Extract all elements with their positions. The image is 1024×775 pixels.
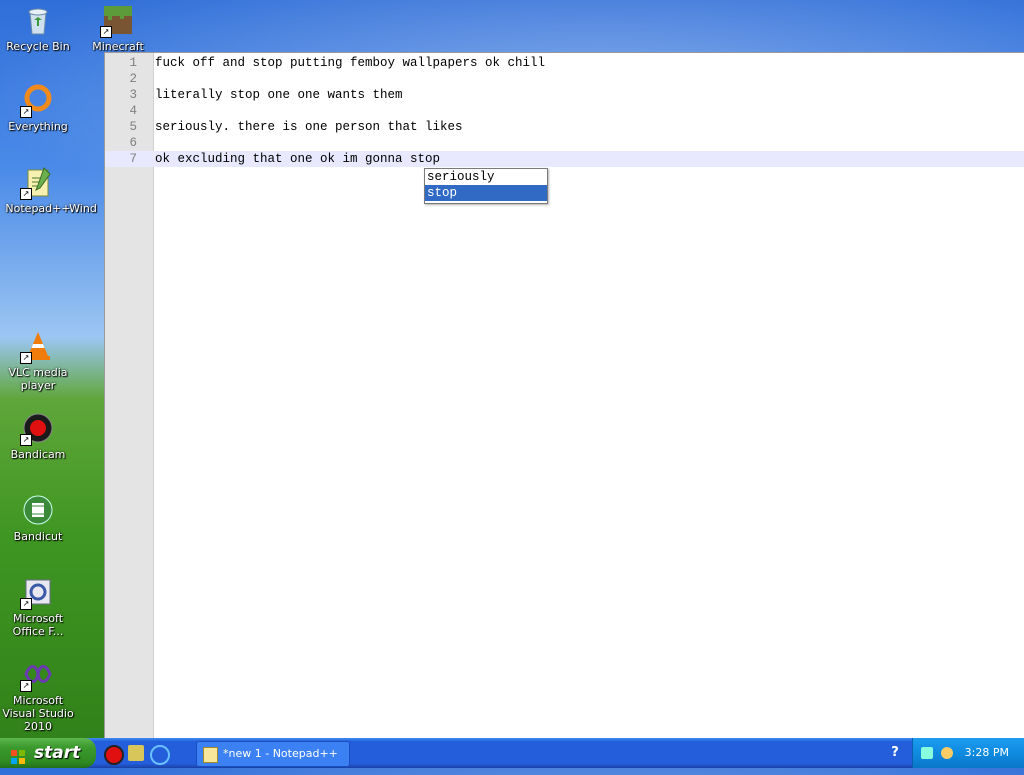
line-text: ok excluding that one ok im gonna stop	[155, 152, 441, 166]
desktop-icon-label: Everything	[8, 120, 68, 133]
help-icon[interactable]: ?	[888, 746, 902, 760]
network-icon[interactable]	[921, 747, 933, 759]
desktop-icon-minecraft[interactable]: ↗ Minecraft	[76, 4, 160, 53]
desktop-icon-recycle-bin[interactable]: Recycle Bin	[0, 4, 80, 53]
line-number: 4	[129, 104, 137, 118]
desktop-icon-label: Wind	[69, 202, 97, 215]
visual-studio-icon: ↗	[20, 658, 54, 692]
line-text: literally stop one one wants them	[155, 88, 403, 102]
line-text: seriously. there is one person that like…	[155, 120, 463, 134]
notepadpp-icon: ↗	[20, 166, 54, 200]
shortcut-arrow-icon: ↗	[20, 106, 32, 118]
notepadpp-editor[interactable]: 1 fuck off and stop putting femboy wallp…	[104, 52, 1024, 750]
windows-flag-icon	[10, 745, 26, 764]
shortcut-arrow-icon: ↗	[20, 434, 32, 446]
shortcut-arrow-icon: ↗	[20, 352, 32, 364]
desktop-icon-bandicut[interactable]: Bandicut	[0, 494, 80, 543]
shortcut-arrow-icon: ↗	[20, 598, 32, 610]
autocomplete-popup[interactable]: seriously stop	[424, 168, 548, 204]
desktop-icon-office[interactable]: ↗ Microsoft Office F...	[0, 576, 80, 638]
speaker-icon[interactable]	[941, 747, 953, 759]
desktop-icon-label: VLC media player	[8, 366, 68, 392]
desktop-icon-label: Recycle Bin	[6, 40, 70, 53]
desktop-icon-vlc[interactable]: ↗ VLC media player	[0, 330, 80, 392]
line-number: 5	[129, 120, 137, 134]
line-number: 3	[129, 88, 137, 102]
line-text: fuck off and stop putting femboy wallpap…	[155, 56, 546, 70]
editor-line[interactable]: 4	[105, 103, 1024, 119]
ie-quicklaunch-icon[interactable]	[150, 745, 170, 765]
taskbar: start *new 1 - Notepad++ ? 3:28 PM	[0, 738, 1024, 768]
shortcut-arrow-icon: ↗	[100, 26, 112, 38]
desktop-icon-everything[interactable]: ↗ Everything	[0, 84, 80, 133]
desktop-icon-windows[interactable]: Wind	[58, 166, 108, 215]
bandicam-icon: ↗	[20, 412, 54, 446]
desktop-icon-label: Bandicam	[10, 448, 66, 461]
recycle-bin-icon	[22, 4, 54, 36]
everything-icon: ↗	[20, 84, 54, 118]
system-tray: 3:28 PM	[912, 738, 1024, 768]
desktop-icon-label: Microsoft Visual Studio 2010	[2, 694, 74, 733]
line-number: 2	[129, 72, 137, 86]
editor-line-current[interactable]: 7 ok excluding that one ok im gonna stop	[105, 151, 1024, 167]
minecraft-icon: ↗	[100, 4, 134, 38]
autocomplete-item-selected[interactable]: stop	[425, 185, 547, 201]
bandicam-quicklaunch-icon[interactable]	[104, 745, 124, 765]
autocomplete-item[interactable]: seriously	[425, 169, 547, 185]
office-icon: ↗	[20, 576, 54, 610]
bandicut-icon	[22, 494, 54, 526]
start-button[interactable]: start	[0, 738, 96, 768]
line-number: 6	[129, 136, 137, 150]
shortcut-arrow-icon: ↗	[20, 188, 32, 200]
notepadpp-small-icon	[203, 747, 218, 763]
shortcut-arrow-icon: ↗	[20, 680, 32, 692]
show-desktop-quicklaunch-icon[interactable]	[128, 745, 144, 761]
editor-line[interactable]: 3 literally stop one one wants them	[105, 87, 1024, 103]
desktop-icon-visual-studio[interactable]: ↗ Microsoft Visual Studio 2010	[0, 658, 80, 733]
editor-line[interactable]: 1 fuck off and stop putting femboy wallp…	[105, 55, 1024, 71]
task-button-label: *new 1 - Notepad++	[223, 747, 338, 760]
editor-line[interactable]: 2	[105, 71, 1024, 87]
line-number: 7	[129, 152, 137, 166]
desktop-icon-bandicam[interactable]: ↗ Bandicam	[0, 412, 80, 461]
clock[interactable]: 3:28 PM	[965, 738, 1009, 768]
start-label: start	[34, 743, 81, 763]
vlc-icon: ↗	[20, 330, 54, 364]
editor-line[interactable]: 5 seriously. there is one person that li…	[105, 119, 1024, 135]
taskbar-notepadpp-button[interactable]: *new 1 - Notepad++	[196, 741, 350, 767]
line-number: 1	[129, 56, 137, 70]
editor-line[interactable]: 6	[105, 135, 1024, 151]
desktop-icon-label: Bandicut	[13, 530, 63, 543]
desktop-icon-label: Microsoft Office F...	[12, 612, 64, 638]
